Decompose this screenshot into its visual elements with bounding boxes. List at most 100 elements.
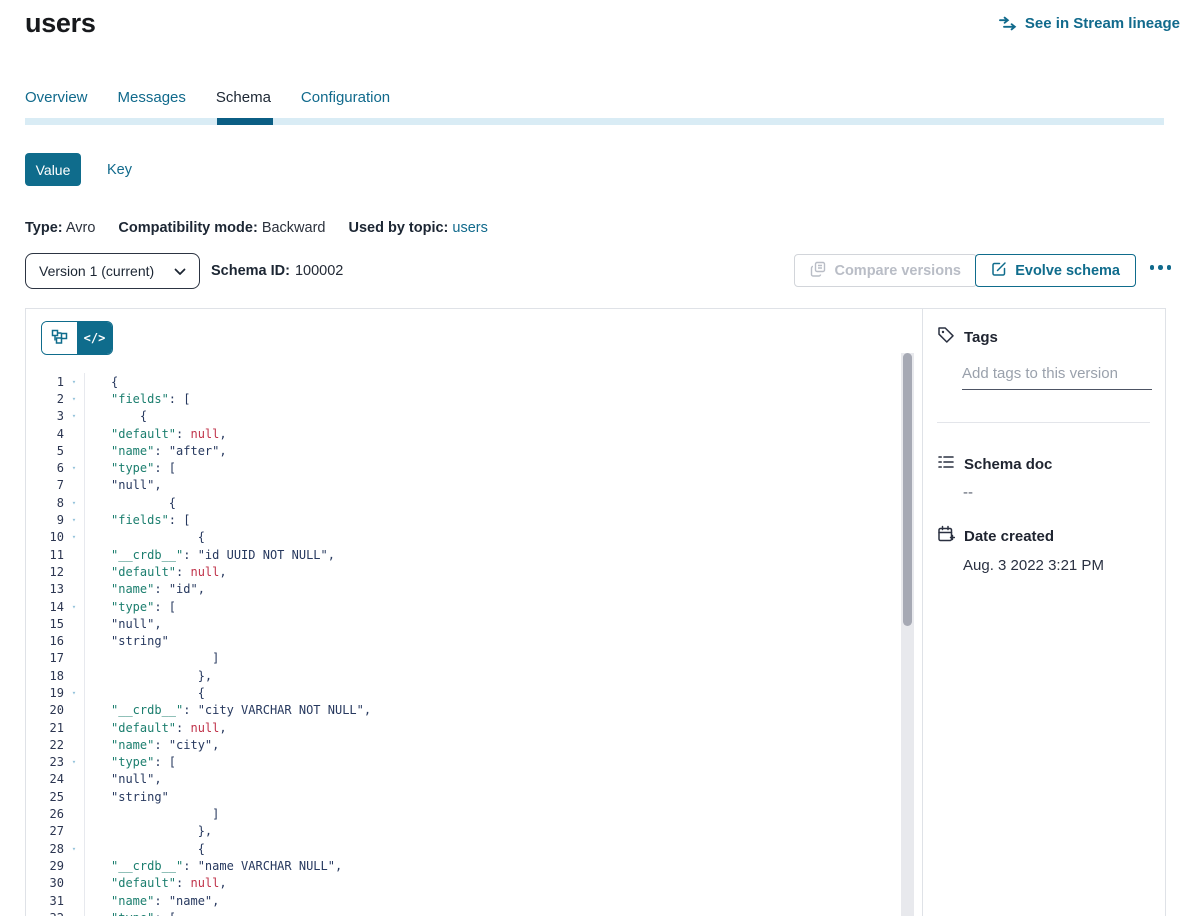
code-view-button[interactable]: </> <box>77 322 112 354</box>
line-number: 25 <box>26 790 64 804</box>
version-dropdown[interactable]: Version 1 (current) <box>25 253 200 289</box>
fold-toggle-icon[interactable]: ▾ <box>64 689 84 697</box>
evolve-schema-button[interactable]: Evolve schema <box>975 254 1136 287</box>
date-created-value: Aug. 3 2022 3:21 PM <box>963 557 1149 574</box>
line-number: 22 <box>26 738 64 752</box>
code-text: "type": [ <box>84 459 176 476</box>
code-line: 28▾ { <box>26 840 896 857</box>
fold-toggle-icon[interactable]: ▾ <box>64 758 84 766</box>
code-text: { <box>84 408 147 425</box>
tab-messages[interactable]: Messages <box>118 89 186 118</box>
fold-toggle-icon[interactable]: ▾ <box>64 845 84 853</box>
code-text: "fields": [ <box>84 390 190 407</box>
code-lines: 1▾{2▾ "fields": [3▾ {4 "default": null,5… <box>26 373 896 916</box>
date-created-title: Date created <box>964 528 1054 545</box>
fold-toggle-icon[interactable]: ▾ <box>64 533 84 541</box>
code-line: 32▾ "type": [ <box>26 909 896 916</box>
code-text: { <box>84 684 205 701</box>
code-line: 7 "null", <box>26 477 896 494</box>
code-text: { <box>84 529 205 546</box>
code-line: 23▾ "type": [ <box>26 754 896 771</box>
schema-id-label: Schema ID: <box>211 263 290 279</box>
code-line: 3▾ { <box>26 408 896 425</box>
code-line: 1▾{ <box>26 373 896 390</box>
code-text: "null", <box>84 477 162 494</box>
fold-toggle-icon[interactable]: ▾ <box>64 378 84 386</box>
tab-overview[interactable]: Overview <box>25 89 88 118</box>
code-line: 11 "__crdb__": "id UUID NOT NULL", <box>26 546 896 563</box>
tab-bar: Overview Messages Schema Configuration <box>25 89 1164 125</box>
line-number: 11 <box>26 548 64 562</box>
fold-toggle-icon[interactable]: ▾ <box>64 499 84 507</box>
line-number: 13 <box>26 582 64 596</box>
code-line: 9▾ "fields": [ <box>26 511 896 528</box>
code-line: 26 ] <box>26 805 896 822</box>
code-line: 24 "null", <box>26 771 896 788</box>
code-line: 19▾ { <box>26 684 896 701</box>
code-text: "name": "city", <box>84 736 219 753</box>
code-text: "__crdb__": "name VARCHAR NULL", <box>84 857 342 874</box>
code-line: 5 "name": "after", <box>26 442 896 459</box>
version-toolbar: Version 1 (current) Schema ID: 100002 Co… <box>0 253 1189 289</box>
tags-section-header: Tags <box>937 326 1149 349</box>
code-text: ] <box>84 650 219 667</box>
used-by-topic-meta: Used by topic: users <box>348 220 487 236</box>
code-text: { <box>84 373 118 390</box>
tab-configuration[interactable]: Configuration <box>301 89 390 118</box>
see-in-stream-lineage-link[interactable]: See in Stream lineage <box>999 15 1180 32</box>
code-line: 18 }, <box>26 667 896 684</box>
fold-toggle-icon[interactable]: ▾ <box>64 464 84 472</box>
code-text: ] <box>84 805 219 822</box>
line-number: 14 <box>26 600 64 614</box>
tab-schema[interactable]: Schema <box>216 89 271 118</box>
line-number: 15 <box>26 617 64 631</box>
compatibility-value: Backward <box>262 220 326 236</box>
code-line: 12 "default": null, <box>26 563 896 580</box>
code-text: "type": [ <box>84 598 176 615</box>
tree-view-button[interactable] <box>42 322 77 354</box>
key-button[interactable]: Key <box>107 162 132 178</box>
value-key-toggle: Value Key <box>25 153 132 186</box>
fold-toggle-icon[interactable]: ▾ <box>64 395 84 403</box>
code-text: }, <box>84 823 212 840</box>
fold-toggle-icon[interactable]: ▾ <box>64 516 84 524</box>
code-scrollbar-track[interactable] <box>901 353 914 916</box>
schema-doc-value: -- <box>963 484 1149 501</box>
line-number: 5 <box>26 444 64 458</box>
code-scrollbar-thumb[interactable] <box>903 353 912 626</box>
code-text: "default": null, <box>84 875 227 892</box>
code-text: "null", <box>84 771 162 788</box>
fold-toggle-icon[interactable]: ▾ <box>64 603 84 611</box>
line-number: 32 <box>26 911 64 916</box>
line-number: 23 <box>26 755 64 769</box>
code-text: "type": [ <box>84 754 176 771</box>
code-line: 20 "__crdb__": "city VARCHAR NOT NULL", <box>26 702 896 719</box>
line-number: 12 <box>26 565 64 579</box>
line-number: 16 <box>26 634 64 648</box>
page-title: users <box>25 8 96 39</box>
add-tags-input[interactable] <box>962 363 1152 390</box>
schema-doc-section-header: Schema doc <box>937 454 1149 475</box>
line-number: 8 <box>26 496 64 510</box>
fold-toggle-icon[interactable]: ▾ <box>64 412 84 420</box>
tab-underline-track <box>25 118 1164 125</box>
topic-link[interactable]: users <box>452 220 487 236</box>
evolve-schema-label: Evolve schema <box>1015 263 1120 279</box>
lineage-link-label: See in Stream lineage <box>1025 15 1180 32</box>
line-number: 28 <box>26 842 64 856</box>
schema-meta-row: Type: Avro Compatibility mode: Backward … <box>25 220 488 236</box>
code-line: 10▾ { <box>26 529 896 546</box>
code-line: 14▾ "type": [ <box>26 598 896 615</box>
compatibility-label: Compatibility mode: <box>118 220 257 236</box>
code-line: 16 "string" <box>26 632 896 649</box>
more-options-button[interactable] <box>1148 259 1174 276</box>
line-number: 9 <box>26 513 64 527</box>
calendar-plus-icon <box>937 525 955 548</box>
code-line: 8▾ { <box>26 494 896 511</box>
code-line: 2▾ "fields": [ <box>26 390 896 407</box>
compare-versions-button[interactable]: Compare versions <box>794 254 977 287</box>
line-number: 18 <box>26 669 64 683</box>
edit-schema-icon <box>991 261 1007 281</box>
value-button[interactable]: Value <box>25 153 81 186</box>
code-text: "string" <box>84 788 169 805</box>
